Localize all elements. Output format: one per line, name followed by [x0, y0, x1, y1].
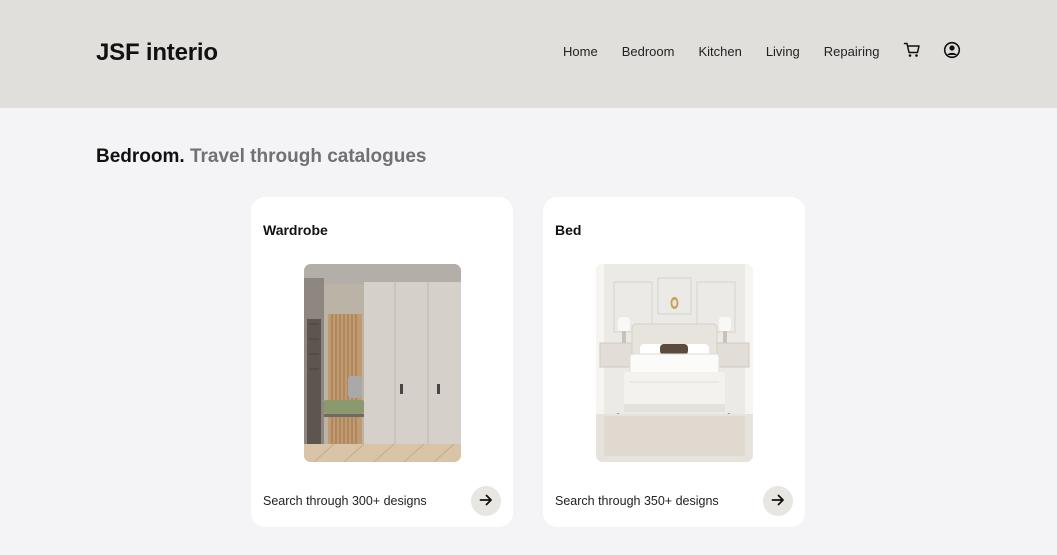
user-circle-icon[interactable] [943, 41, 961, 59]
nav-link-living[interactable]: Living [766, 44, 800, 59]
cart-icon[interactable] [903, 41, 921, 59]
page-title-category: Bedroom. [96, 146, 185, 167]
nav-link-repairing[interactable]: Repairing [824, 44, 880, 59]
page-title-subtitle: Travel through catalogues [189, 146, 427, 167]
card-description: Search through 350+ designs [555, 494, 719, 508]
nav-link-home[interactable]: Home [563, 44, 598, 59]
nav-link-kitchen[interactable]: Kitchen [698, 44, 741, 59]
card-description: Search through 300+ designs [263, 494, 427, 508]
card-title: Bed [555, 222, 582, 238]
wardrobe-photo [304, 264, 461, 462]
site-header: JSF interio Home Bedroom Kitchen Living … [0, 0, 1057, 108]
site-logo[interactable]: JSF interio [96, 39, 218, 67]
catalogue-card-wardrobe[interactable]: Wardrobe Search through 300+ designs [251, 197, 513, 527]
card-arrow-button[interactable] [471, 486, 501, 516]
card-arrow-button[interactable] [763, 486, 793, 516]
page-title: Bedroom. Travel through catalogues [96, 146, 426, 168]
catalogue-card-bed[interactable]: Bed Search through 350+ designs [543, 197, 805, 527]
main-nav: Home Bedroom Kitchen Living Repairing [563, 41, 961, 59]
card-title: Wardrobe [263, 222, 328, 238]
bedroom-photo [596, 264, 753, 462]
arrow-right-icon [478, 492, 494, 511]
arrow-right-icon [770, 492, 786, 511]
nav-link-bedroom[interactable]: Bedroom [622, 44, 675, 59]
